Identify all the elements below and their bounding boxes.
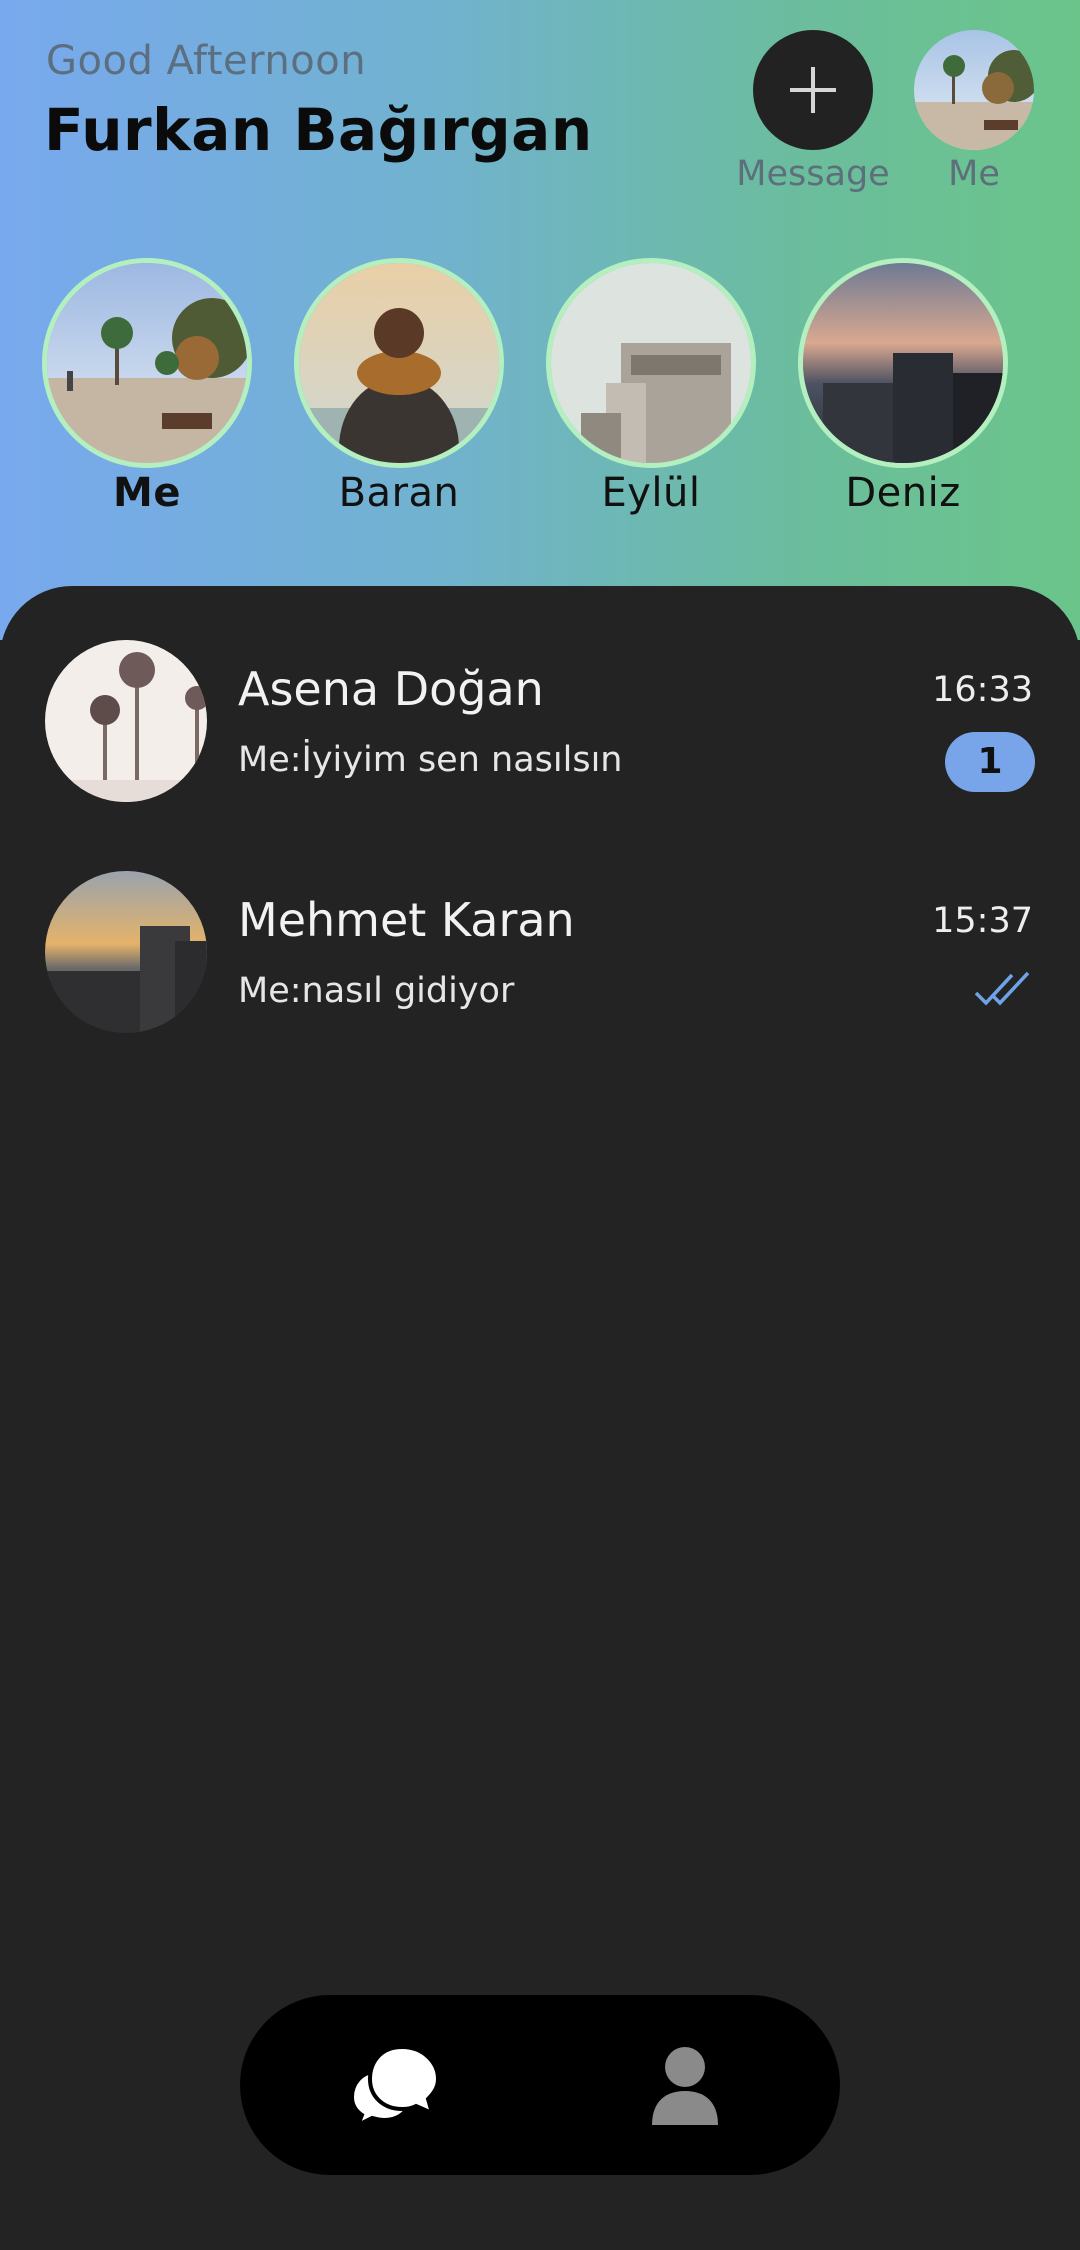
chat-avatar [45,871,207,1033]
double-check-icon [974,971,1030,1006]
story-name-baran: Baran [338,470,460,516]
chats-tab[interactable] [350,2045,440,2125]
profile-label: Me [948,154,1000,194]
chat-contact-name: Mehmet Karan [238,893,575,947]
chat-last-message: Me:İyiyim sen nasılsın [238,740,623,780]
story-avatar-deniz[interactable] [798,258,1008,468]
header-area: Good Afternoon Furkan Bağırgan Message M… [0,0,1080,640]
chat-bubbles-icon [350,2045,440,2125]
story-name-me: Me [113,470,181,516]
chat-last-message: Me:nasıl gidiyor [238,971,515,1011]
chat-avatar [45,640,207,802]
profile-avatar[interactable] [914,30,1034,150]
chat-row-mehmet[interactable]: Mehmet Karan Me:nasıl gidiyor 15:37 [0,871,1080,1041]
person-icon [652,2047,718,2125]
new-message-button[interactable] [753,30,873,150]
story-avatar-me[interactable] [42,258,252,468]
chat-timestamp: 15:37 [932,901,1033,941]
chat-row-asena[interactable]: Asena Doğan Me:İyiyim sen nasılsın 16:33… [0,640,1080,810]
story-name-deniz: Deniz [845,470,961,516]
profile-tab[interactable] [640,2045,730,2125]
story-name-eylul: Eylül [601,470,701,516]
story-avatar-eylul[interactable] [546,258,756,468]
unread-count-badge: 1 [945,732,1035,792]
plus-icon [790,67,836,113]
story-avatar-baran[interactable] [294,258,504,468]
chat-timestamp: 16:33 [932,670,1033,710]
bottom-navigation [240,1995,840,2175]
user-name: Furkan Bağırgan [44,96,593,164]
new-message-label: Message [736,154,890,194]
chat-contact-name: Asena Doğan [238,662,544,716]
greeting-text: Good Afternoon [46,38,367,84]
